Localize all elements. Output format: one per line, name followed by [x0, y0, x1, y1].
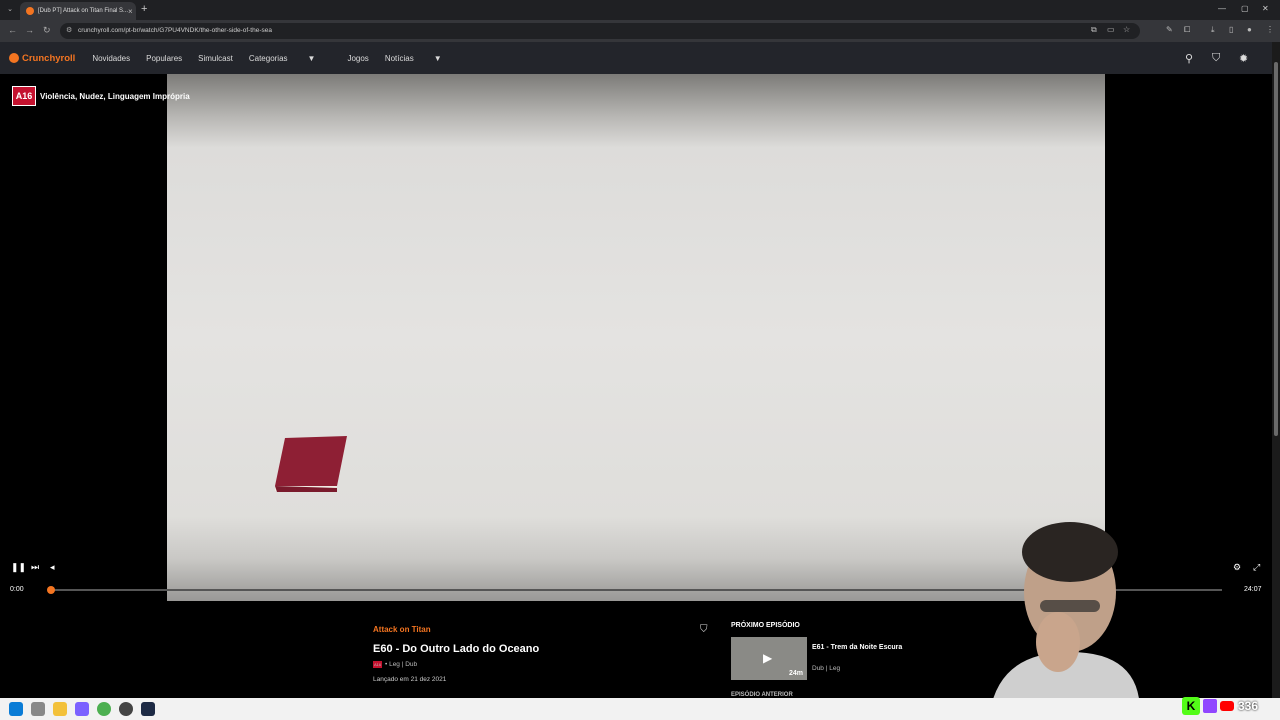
reload-icon[interactable]: ↻ [43, 25, 51, 36]
app-icon-2[interactable] [141, 702, 155, 716]
restore-icon[interactable]: ▢ [1241, 4, 1249, 13]
episode-audio-meta: • Leg | Dub [385, 661, 418, 668]
stream-widget: K 336 [1182, 696, 1274, 716]
nav-noticias[interactable]: Notícias ▼ [385, 54, 458, 63]
chevron-down-icon: ▼ [433, 53, 442, 63]
extensions-puzzle-icon[interactable]: ⧠ [1184, 25, 1190, 35]
nav-categorias-label: Categorias [248, 53, 288, 63]
release-date: Lançado em 21 dez 2021 [373, 676, 447, 683]
book-illustration [275, 436, 347, 492]
os-taskbar [0, 698, 1280, 720]
downloads-icon[interactable]: ⤓ [1211, 25, 1215, 35]
site-header: Crunchyroll Novidades Populares Simulcas… [0, 42, 1272, 74]
app-icon[interactable] [75, 702, 89, 716]
nav-noticias-label: Notícias [384, 53, 414, 63]
forward-icon[interactable]: → [25, 25, 34, 35]
nav-jogos[interactable]: Jogos [347, 54, 368, 63]
nav-novidades[interactable]: Novidades [92, 54, 130, 63]
settings-gear-icon[interactable]: ⚙ [1233, 562, 1241, 573]
fullscreen-icon[interactable]: ⤢ [1253, 562, 1260, 573]
watchlist-bookmark-icon[interactable]: ⛉ [1212, 52, 1220, 65]
main-nav: Novidades Populares Simulcast Categorias… [92, 54, 473, 63]
time-total: 24:07 [1244, 586, 1262, 593]
next-episode-title[interactable]: E61 - Trem da Noite Escura [812, 644, 902, 651]
search-icon[interactable]: ⚲ [1185, 52, 1193, 65]
mini-rating-badge: A16 [373, 661, 382, 668]
episode-meta: A16 • Leg | Dub [373, 661, 417, 668]
twitch-icon [1203, 699, 1217, 713]
nav-simulcast[interactable]: Simulcast [198, 54, 233, 63]
video-frame[interactable] [167, 74, 1105, 601]
youtube-icon [1220, 701, 1234, 711]
profile-avatar[interactable]: ● [1247, 25, 1252, 34]
rating-description: Violência, Nudez, Linguagem Imprópria [40, 91, 190, 101]
nav-categorias[interactable]: Categorias ▼ [249, 54, 332, 63]
logo-mark-icon [9, 53, 19, 63]
taskbar-search-icon[interactable] [31, 702, 45, 716]
next-episode-label: PRÓXIMO EPISÓDIO [731, 622, 800, 629]
content-rating: A16 Violência, Nudez, Linguagem Imprópri… [12, 86, 190, 106]
tab-list-chevron-icon[interactable]: ⌄ [4, 4, 16, 16]
crunchyroll-favicon-icon [26, 7, 34, 15]
series-link[interactable]: Attack on Titan [373, 625, 431, 634]
user-avatar[interactable]: ✹ [1239, 52, 1248, 65]
next-episode-duration: 24m [788, 670, 803, 677]
page-scrollbar[interactable] [1272, 42, 1280, 698]
episode-title: E60 - Do Outro Lado do Oceano [373, 643, 540, 655]
time-current: 0:00 [10, 586, 24, 593]
next-episode-meta: Dub | Leg [812, 665, 841, 672]
browser-tab-bar: ⌄ [Dub PT] Attack on Titan Final S... × … [0, 0, 1280, 20]
browser-tab[interactable]: [Dub PT] Attack on Titan Final S... × [20, 2, 136, 20]
kick-icon: K [1182, 697, 1200, 715]
volume-icon[interactable]: ◂ [50, 562, 55, 573]
site-info-icon[interactable]: ⚙ [66, 23, 72, 39]
next-episode-thumbnail[interactable]: ▶ 24m [731, 637, 807, 680]
scrollbar-thumb[interactable] [1274, 62, 1278, 436]
progress-thumb[interactable] [47, 586, 55, 594]
back-icon[interactable]: ← [8, 25, 17, 35]
translate-icon[interactable]: ⧉ [1091, 25, 1097, 35]
crunchyroll-logo[interactable]: Crunchyroll [9, 53, 75, 64]
address-bar[interactable]: ⚙ crunchyroll.com/pt-br/watch/G7PU4VNDK/… [60, 23, 1140, 39]
tab-title: [Dub PT] Attack on Titan Final S... [38, 8, 129, 14]
minimize-icon[interactable]: — [1218, 4, 1226, 13]
window-close-icon[interactable]: ✕ [1262, 4, 1269, 13]
webcam-overlay [990, 522, 1140, 712]
tab-close-icon[interactable]: × [128, 7, 133, 16]
side-panel-icon[interactable]: ▯ [1229, 25, 1233, 34]
obs-icon[interactable] [119, 702, 133, 716]
pause-icon[interactable]: ❚❚ [11, 562, 26, 573]
windows-start-icon[interactable] [9, 702, 23, 716]
bookmark-star-icon[interactable]: ☆ [1123, 25, 1130, 34]
chevron-down-icon: ▼ [307, 53, 316, 63]
skip-next-icon[interactable]: ⏭ [31, 562, 39, 573]
cast-icon[interactable]: ▭ [1107, 25, 1115, 34]
viewer-count: 336 [1238, 699, 1259, 713]
extension-icon[interactable]: ✎ [1166, 25, 1173, 34]
rating-badge: A16 [12, 86, 36, 106]
menu-kebab-icon[interactable]: ⋮ [1266, 25, 1274, 34]
browser-toolbar: ← → ↻ ⚙ crunchyroll.com/pt-br/watch/G7PU… [0, 20, 1280, 42]
logo-text: Crunchyroll [22, 52, 76, 64]
chrome-icon[interactable] [97, 702, 111, 716]
episode-bookmark-icon[interactable]: ⛉ [700, 624, 708, 635]
play-icon: ▶ [763, 651, 773, 665]
nav-populares[interactable]: Populares [146, 54, 182, 63]
file-explorer-icon[interactable] [53, 702, 67, 716]
url-text: crunchyroll.com/pt-br/watch/G7PU4VNDK/th… [78, 27, 272, 34]
new-tab-icon[interactable]: + [141, 3, 147, 15]
